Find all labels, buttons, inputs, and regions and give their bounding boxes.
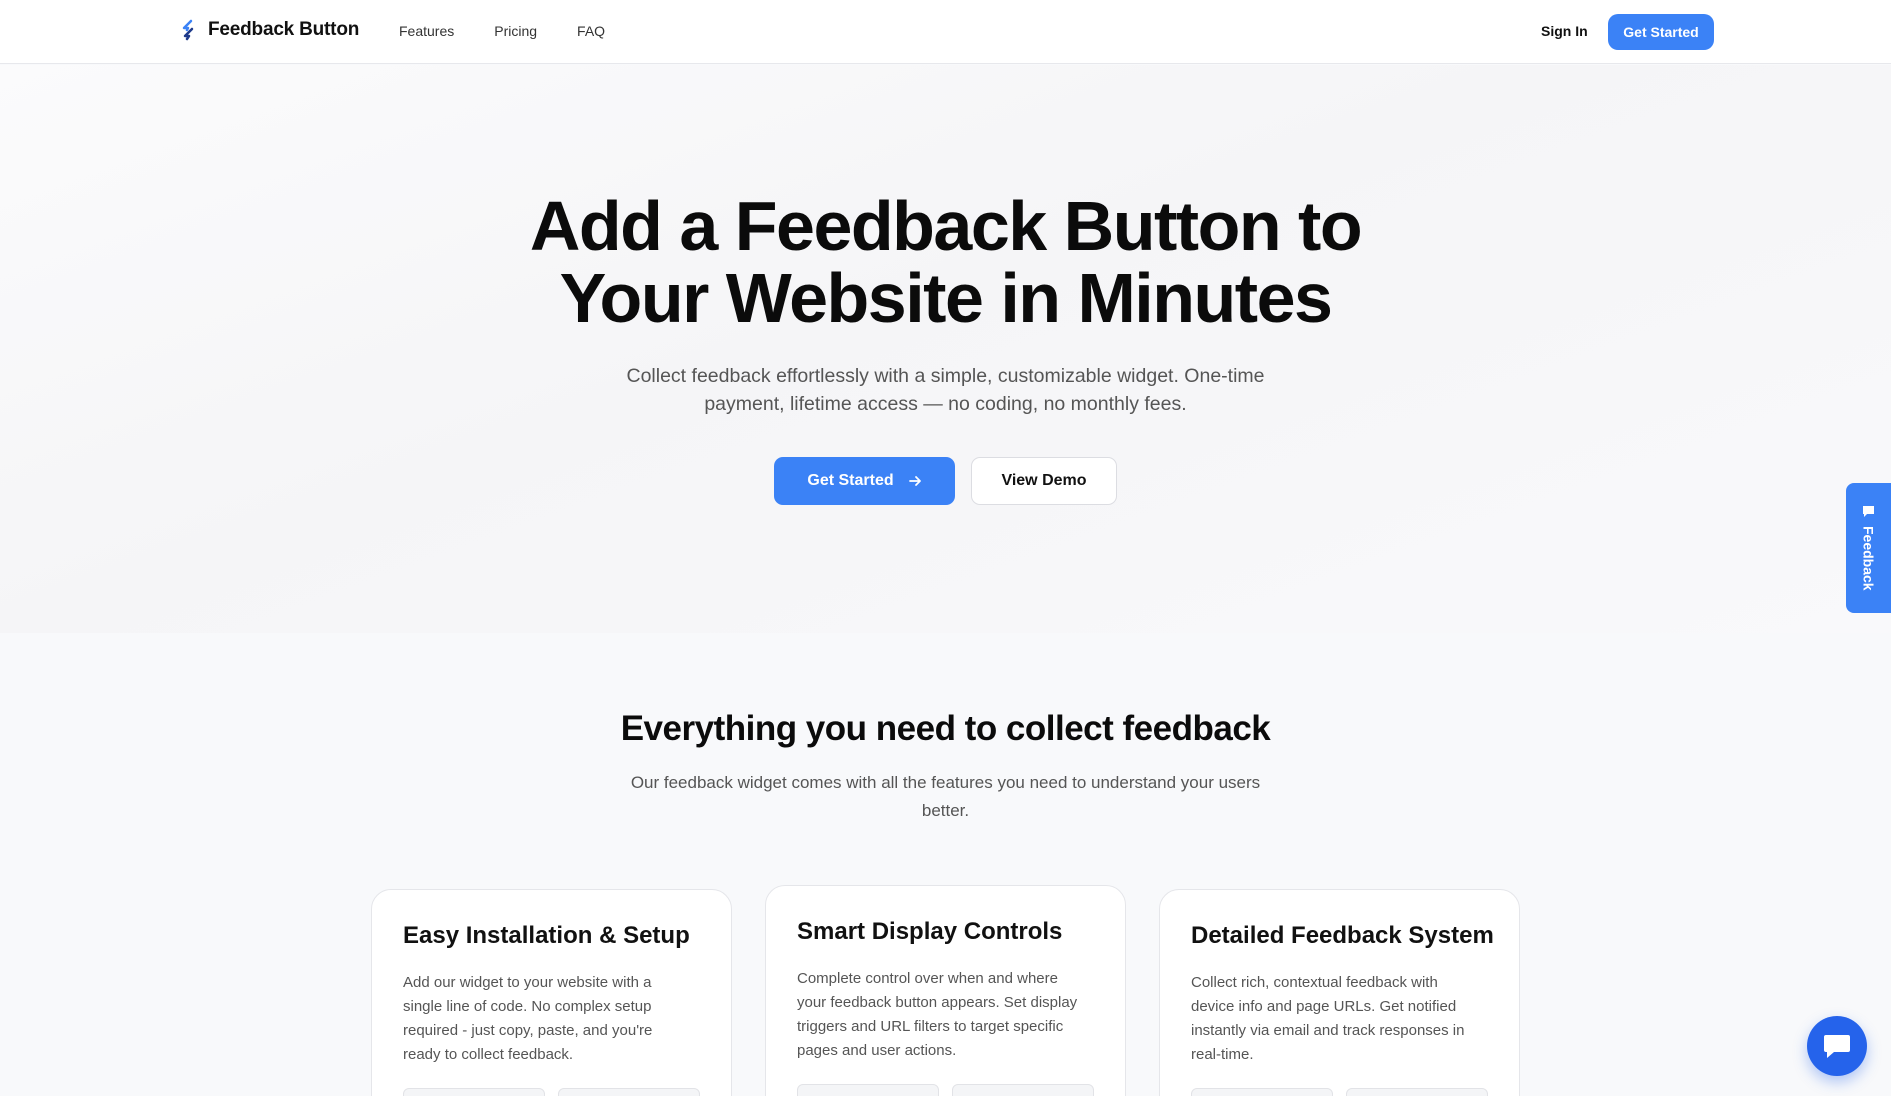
brand-logo[interactable]: Feedback Button bbox=[180, 19, 359, 41]
feature-card-title: Easy Installation & Setup bbox=[403, 922, 690, 949]
feedback-widget-tab[interactable]: Feedback bbox=[1846, 483, 1891, 613]
feature-card-preview bbox=[1346, 1088, 1488, 1096]
feature-card-description: Complete control over when and where you… bbox=[797, 970, 1078, 1059]
top-navigation: Feedback Button Features Pricing FAQ Sig… bbox=[0, 0, 1891, 64]
logo-bolt-icon bbox=[182, 19, 194, 41]
hero-title-line-1: Add a Feedback Button to bbox=[529, 187, 1363, 265]
feature-card-preview bbox=[797, 1084, 939, 1096]
feature-card-preview bbox=[403, 1088, 545, 1096]
feedback-tab-label: Feedback bbox=[1860, 526, 1877, 591]
feature-card-installation: Easy Installation & Setup Add our widget… bbox=[371, 889, 732, 1096]
sign-in-link[interactable]: Sign In bbox=[1541, 23, 1588, 39]
feature-card-preview bbox=[558, 1088, 700, 1096]
nav-get-started-button[interactable]: Get Started bbox=[1608, 14, 1714, 50]
features-subtitle: Our feedback widget comes with all the f… bbox=[630, 773, 1261, 820]
feature-card-description: Collect rich, contextual feedback with d… bbox=[1191, 974, 1465, 1063]
arrow-right-icon bbox=[908, 476, 921, 486]
nav-links: Features Pricing FAQ bbox=[399, 23, 605, 39]
chat-bubble-icon bbox=[1824, 1035, 1850, 1058]
nav-link-features[interactable]: Features bbox=[399, 23, 454, 39]
view-demo-button[interactable]: View Demo bbox=[971, 457, 1117, 505]
hero-title-line-2: Your Website in Minutes bbox=[559, 259, 1333, 337]
feature-card-title: Smart Display Controls bbox=[797, 918, 1063, 945]
hero-title: Add a Feedback Button to Your Website in… bbox=[0, 190, 1891, 334]
hero-get-started-label: Get Started bbox=[807, 472, 894, 489]
feature-card-preview bbox=[1191, 1088, 1333, 1096]
hero-subtitle: Collect feedback effortlessly with a sim… bbox=[626, 365, 1265, 415]
nav-link-faq[interactable]: FAQ bbox=[577, 23, 605, 39]
features-title: Everything you need to collect feedback bbox=[620, 709, 1271, 748]
feature-card-description: Add our widget to your website with a si… bbox=[403, 974, 653, 1063]
feature-card-preview bbox=[952, 1084, 1094, 1096]
chat-launcher-button[interactable] bbox=[1807, 1016, 1867, 1076]
nav-link-pricing[interactable]: Pricing bbox=[494, 23, 537, 39]
feature-card-title: Detailed Feedback System bbox=[1191, 922, 1494, 949]
brand-name: Feedback Button bbox=[208, 19, 360, 40]
message-icon bbox=[1863, 506, 1874, 517]
feature-card-feedback-system: Detailed Feedback System Collect rich, c… bbox=[1159, 889, 1520, 1096]
hero-get-started-button[interactable]: Get Started bbox=[774, 457, 955, 505]
hero-section: Add a Feedback Button to Your Website in… bbox=[0, 65, 1891, 633]
feature-card-display-controls: Smart Display Controls Complete control … bbox=[765, 885, 1126, 1096]
